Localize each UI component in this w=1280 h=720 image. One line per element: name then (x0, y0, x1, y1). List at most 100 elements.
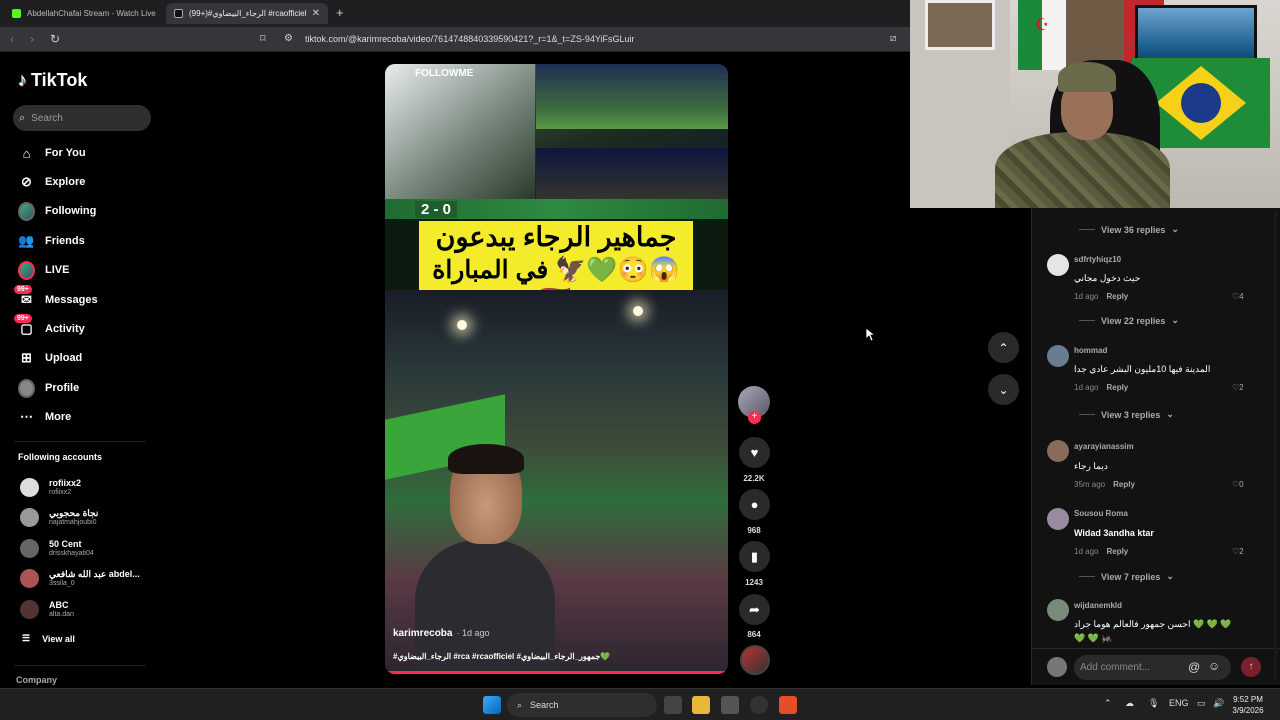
view-replies-label: View 7 replies (1101, 571, 1161, 582)
camera-icon[interactable] (721, 696, 739, 714)
nav-explore[interactable]: ⊘ Explore (18, 172, 85, 192)
obs-icon[interactable] (750, 696, 768, 714)
reply-button[interactable]: Reply (1106, 547, 1128, 556)
reply-button[interactable]: Reply (1106, 383, 1128, 392)
language-indicator[interactable]: ENG (1169, 698, 1189, 708)
comment-user[interactable]: Sousou Roma (1074, 509, 1128, 518)
like-button[interactable]: ♥ (739, 437, 770, 468)
avatar[interactable] (1047, 345, 1069, 367)
comment-user[interactable]: sdfrtyhiqz10 (1074, 255, 1121, 264)
video-author[interactable]: karimrecoba · 1d ago (393, 628, 490, 639)
tiktok-logo[interactable]: ♪ TikTok (18, 70, 87, 91)
onedrive-icon[interactable]: ☁ (1125, 698, 1134, 709)
reader-mode-icon[interactable]: ⧄ (890, 33, 896, 44)
comment-meta: 1d ago Reply (1074, 383, 1128, 392)
forward-icon[interactable]: › (30, 32, 34, 46)
new-tab-icon[interactable]: + (336, 5, 344, 20)
nav-more[interactable]: ⋯ More (18, 407, 71, 427)
account-username: alta.dan (49, 610, 74, 618)
avatar[interactable] (1047, 508, 1069, 530)
account-name: ABC (49, 599, 69, 610)
view-replies-label: View 36 replies (1101, 224, 1166, 235)
search-icon: ⌕ (19, 111, 26, 124)
nav-live[interactable]: LIVE (18, 260, 69, 280)
account-username: drisskhayati04 (49, 549, 94, 557)
clock[interactable]: 9:52 PM 3/9/2026 (1228, 694, 1268, 716)
like-count: 2 (1239, 383, 1244, 392)
microphone-icon[interactable]: 🎙 (1148, 698, 1159, 709)
tiktok-favicon-icon (174, 9, 183, 18)
account-item[interactable]: نجاة محجوبي najatmahjoubi0 (20, 505, 98, 529)
comment-user[interactable]: hommad (1074, 346, 1107, 355)
comment-button[interactable]: ● (739, 489, 770, 520)
view-replies-button[interactable]: View 7 replies ⌄ (1079, 571, 1174, 582)
account-item[interactable]: 50 Cent drisskhayati04 (20, 536, 94, 560)
company-link[interactable]: Company (16, 675, 57, 685)
account-item[interactable]: ABC alta.dan (20, 597, 74, 621)
view-replies-button[interactable]: View 36 replies ⌄ (1079, 224, 1179, 235)
reply-button[interactable]: Reply (1113, 480, 1135, 489)
view-replies-button[interactable]: View 3 replies ⌄ (1079, 409, 1174, 420)
nav-for-you[interactable]: ⌂ For You (18, 143, 86, 163)
reload-icon[interactable]: ↻ (50, 32, 60, 46)
network-icon[interactable]: ▭ (1197, 698, 1206, 709)
site-info-icon[interactable]: ⚙ (284, 33, 293, 44)
avatar[interactable] (1047, 599, 1069, 621)
like-count: 0 (1239, 480, 1244, 489)
view-replies-button[interactable]: View 22 replies ⌄ (1079, 315, 1179, 326)
video-player[interactable]: FOLLOWME 2 - 0 جماهير الرجاء يبدعون في ا… (385, 64, 728, 674)
account-item[interactable]: عبد الله شافعي abdel... 3ssila_0 (20, 566, 140, 590)
back-icon[interactable]: ‹ (10, 32, 14, 46)
account-name: نجاة محجوبي (49, 507, 99, 518)
comment-like[interactable]: ♡0 (1232, 480, 1244, 489)
live-avatar (18, 260, 35, 280)
avatar[interactable] (1047, 254, 1069, 276)
account-item[interactable]: rofiixx2 rofiixx2 (20, 475, 81, 499)
nav-activity[interactable]: ▢ 99+ Activity (14, 313, 85, 339)
view-all-button[interactable]: ☰ View all (22, 633, 75, 644)
account-name: rofiixx2 (49, 477, 82, 488)
url-field[interactable]: tiktok.com/@karimrecoba/video/7614748840… (305, 34, 635, 44)
bookmark-icon[interactable]: ⌑ (260, 32, 266, 45)
previous-video-button[interactable]: ⌃ (988, 332, 1019, 363)
share-button[interactable]: ➦ (739, 594, 770, 625)
chevron-up-icon[interactable]: ⌃ (1104, 698, 1112, 709)
taskbar-search[interactable]: ⌕ Search (507, 693, 657, 717)
tab-kick-stream[interactable]: AbdellahChafai Stream - Watch Live (4, 3, 164, 24)
nav-profile[interactable]: Profile (18, 378, 79, 398)
avatar[interactable] (1047, 440, 1069, 462)
avatar (20, 477, 39, 497)
mention-icon[interactable]: @ (1188, 660, 1200, 674)
comment-user[interactable]: wijdanemkld (1074, 601, 1122, 610)
file-explorer-icon[interactable] (692, 696, 710, 714)
comment-like[interactable]: ♡4 (1232, 292, 1244, 301)
nav-following[interactable]: Following (18, 201, 96, 221)
volume-icon[interactable]: 🔊 (1213, 698, 1224, 709)
task-view-icon[interactable] (664, 696, 682, 714)
streamer-image (995, 62, 1170, 208)
video-hashtags[interactable]: #الرجاء_البيضاوي #rca #rcaofficiel #جمهو… (393, 652, 610, 661)
close-tab-icon[interactable]: ✕ (312, 8, 320, 19)
comment-like[interactable]: ♡2 (1232, 383, 1244, 392)
compass-icon: ⊘ (21, 174, 32, 189)
nav-upload[interactable]: ⊞ Upload (18, 348, 82, 368)
start-icon[interactable] (483, 696, 501, 714)
nav-messages[interactable]: ✉ 99+ Messages (14, 284, 98, 310)
reply-button[interactable]: Reply (1106, 292, 1128, 301)
comment-user[interactable]: ayarayianassim (1074, 442, 1134, 451)
tab-tiktok-video[interactable]: (99+)#الرجاء_البيضاوي #rcaofficiel ✕ (166, 3, 328, 24)
nav-friends[interactable]: 👥 Friends (18, 231, 84, 251)
emoji-icon[interactable]: ☺ (1208, 659, 1220, 673)
comment-like[interactable]: ♡2 (1232, 547, 1244, 556)
follow-plus-icon[interactable]: + (748, 411, 761, 424)
next-video-button[interactable]: ⌄ (988, 374, 1019, 405)
post-comment-button[interactable]: ↑ (1241, 657, 1261, 677)
brave-browser-icon[interactable] (779, 696, 797, 714)
sound-avatar[interactable] (740, 645, 770, 675)
tiktok-note-icon: ♪ (18, 70, 27, 90)
save-button[interactable]: ▮ (739, 541, 770, 572)
comments-scrollbar[interactable] (1274, 210, 1277, 680)
nav-label: Activity (45, 323, 85, 335)
search-input[interactable]: ⌕ Search (13, 105, 151, 131)
video-progress-bar[interactable] (385, 671, 728, 674)
